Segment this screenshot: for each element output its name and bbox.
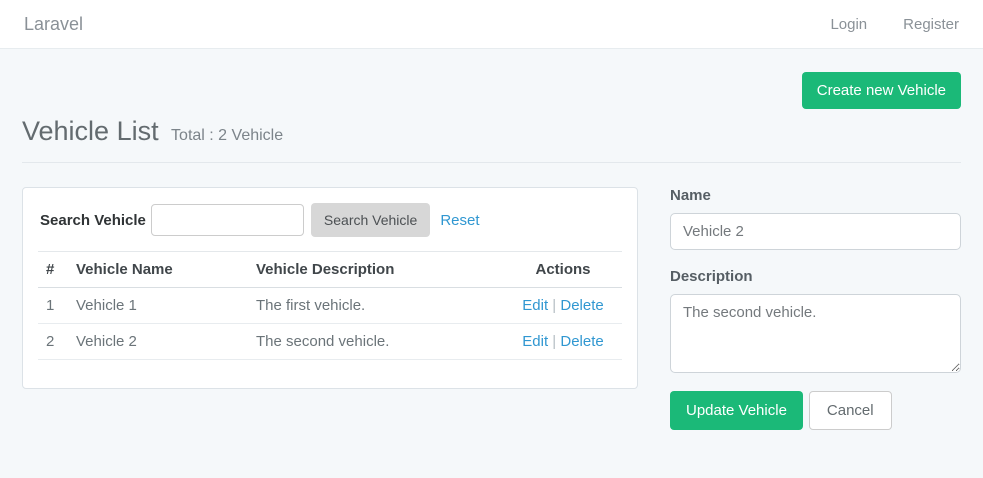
header-actions: Actions (504, 252, 622, 288)
vehicle-edit-form: Name Description The second vehicle. Upd… (670, 187, 961, 430)
table-row: 2 Vehicle 2 The second vehicle. Edit | D… (38, 324, 622, 360)
main-container: Create new Vehicle Vehicle List Total : … (0, 72, 983, 430)
cancel-button[interactable]: Cancel (809, 391, 892, 430)
search-label: Search Vehicle (40, 212, 146, 229)
reset-link[interactable]: Reset (440, 212, 479, 229)
table-row: 1 Vehicle 1 The first vehicle. Edit | De… (38, 288, 622, 324)
navbar-links: Login Register (794, 16, 959, 33)
name-label: Name (670, 187, 961, 204)
vehicle-list-card: Search Vehicle Search Vehicle Reset # Ve… (22, 187, 638, 389)
description-field-group: Description The second vehicle. (670, 268, 961, 373)
vehicle-table: # Vehicle Name Vehicle Description Actio… (38, 251, 622, 360)
create-new-vehicle-button[interactable]: Create new Vehicle (802, 72, 961, 109)
row-vehicle-name: Vehicle 2 (68, 324, 248, 360)
row-vehicle-name: Vehicle 1 (68, 288, 248, 324)
edit-link[interactable]: Edit (522, 333, 548, 350)
table-header-row: # Vehicle Name Vehicle Description Actio… (38, 252, 622, 288)
description-textarea[interactable]: The second vehicle. (670, 294, 961, 373)
row-number: 2 (38, 324, 68, 360)
content-row: Search Vehicle Search Vehicle Reset # Ve… (22, 187, 961, 430)
header-vehicle-description: Vehicle Description (248, 252, 504, 288)
brand-logo[interactable]: Laravel (24, 14, 83, 35)
delete-link[interactable]: Delete (560, 297, 603, 314)
row-actions: Edit | Delete (504, 288, 622, 324)
row-vehicle-description: The first vehicle. (248, 288, 504, 324)
page-heading: Vehicle List Total : 2 Vehicle (22, 116, 961, 147)
edit-link[interactable]: Edit (522, 297, 548, 314)
search-form: Search Vehicle Search Vehicle Reset (38, 203, 622, 237)
name-field-group: Name (670, 187, 961, 250)
search-button[interactable]: Search Vehicle (311, 203, 430, 237)
header-number: # (38, 252, 68, 288)
heading-divider (22, 162, 961, 163)
update-vehicle-button[interactable]: Update Vehicle (670, 391, 803, 430)
row-number: 1 (38, 288, 68, 324)
nav-link-login[interactable]: Login (830, 16, 867, 33)
form-buttons: Update Vehicle Cancel (670, 391, 961, 430)
row-vehicle-description: The second vehicle. (248, 324, 504, 360)
top-actions: Create new Vehicle (22, 72, 961, 109)
nav-link-register[interactable]: Register (903, 16, 959, 33)
total-count-label: Total : 2 Vehicle (171, 127, 283, 144)
row-actions: Edit | Delete (504, 324, 622, 360)
page-title: Vehicle List (22, 116, 159, 146)
search-input[interactable] (151, 204, 304, 236)
navbar: Laravel Login Register (0, 0, 983, 49)
name-input[interactable] (670, 213, 961, 250)
delete-link[interactable]: Delete (560, 333, 603, 350)
action-separator: | (552, 333, 556, 350)
action-separator: | (552, 297, 556, 314)
description-label: Description (670, 268, 961, 285)
header-vehicle-name: Vehicle Name (68, 252, 248, 288)
